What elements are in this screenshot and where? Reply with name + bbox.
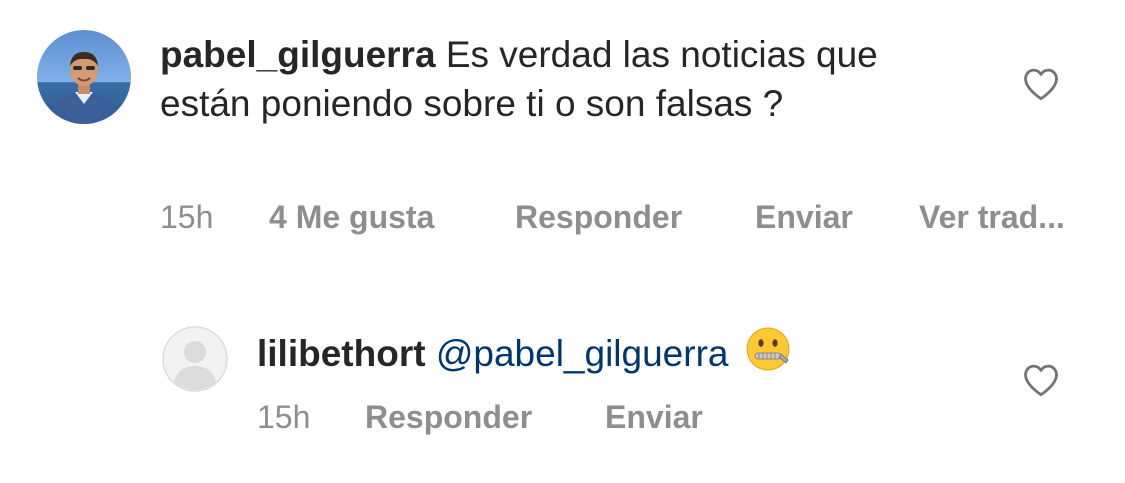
send-button[interactable]: Enviar bbox=[755, 199, 853, 236]
commenter-avatar-photo bbox=[37, 30, 131, 124]
reply-body: lilibethort @pabel_gilguerra bbox=[257, 326, 791, 378]
reply-username[interactable]: lilibethort bbox=[257, 333, 426, 374]
default-avatar-icon bbox=[162, 326, 228, 392]
reply-mention-link[interactable]: @pabel_gilguerra bbox=[436, 333, 729, 374]
comment-timestamp: 15h bbox=[160, 199, 214, 235]
comment-username[interactable]: pabel_gilguerra bbox=[160, 34, 436, 75]
reply-timestamp: 15h bbox=[257, 399, 311, 435]
reply-avatar[interactable] bbox=[162, 326, 228, 392]
reply-button[interactable]: Responder bbox=[515, 199, 682, 236]
heart-outline-icon[interactable] bbox=[1022, 67, 1060, 101]
reply-send-button[interactable]: Enviar bbox=[605, 399, 703, 436]
comment-likes-link[interactable]: 4 Me gusta bbox=[269, 199, 434, 236]
comment-meta-row: 15h 4 Me gusta Responder Enviar Ver trad… bbox=[0, 199, 1125, 239]
reply-meta-row: 15h Responder Enviar bbox=[0, 399, 1125, 439]
zipper-mouth-face-emoji bbox=[746, 327, 790, 371]
commenter-avatar[interactable] bbox=[37, 30, 131, 124]
translate-button[interactable]: Ver trad... bbox=[919, 199, 1065, 236]
comment-body: pabel_gilguerra Es verdad las noticias q… bbox=[160, 30, 940, 128]
reply-reply-button[interactable]: Responder bbox=[365, 399, 532, 436]
heart-outline-icon[interactable] bbox=[1022, 363, 1060, 397]
